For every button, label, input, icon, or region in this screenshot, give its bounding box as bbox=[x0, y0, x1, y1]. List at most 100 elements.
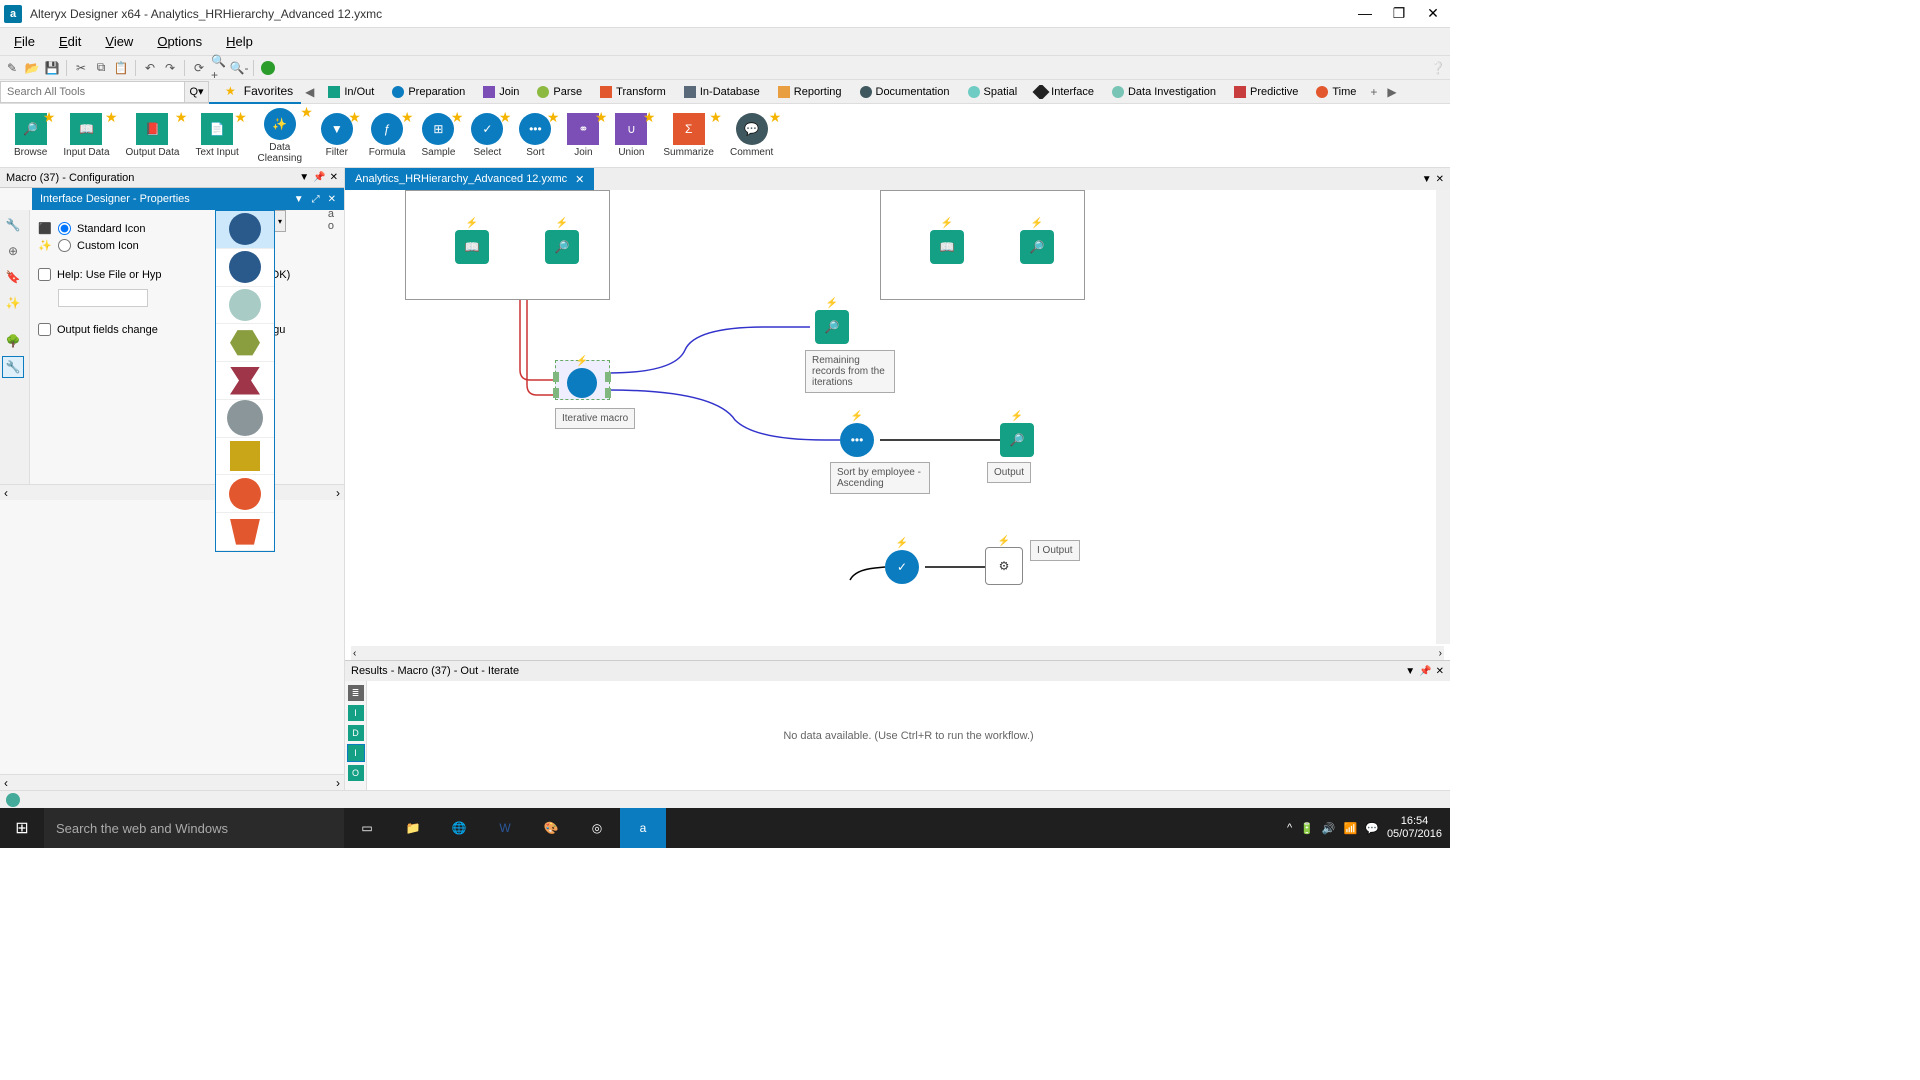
icon-option-gray[interactable] bbox=[216, 400, 274, 438]
scroll-left[interactable]: ‹ bbox=[4, 486, 8, 500]
help-icon[interactable]: ❔ bbox=[1430, 60, 1446, 76]
tool-textinput[interactable]: ★📄Text Input bbox=[195, 113, 238, 158]
designer-close-icon[interactable]: ✕ bbox=[328, 194, 336, 205]
icon-option-orange2[interactable] bbox=[216, 513, 274, 551]
node-browse-remaining[interactable]: 🔎⚡ bbox=[815, 310, 849, 344]
menu-edit[interactable]: Edit bbox=[59, 34, 81, 49]
tool-formula[interactable]: ★ƒFormula bbox=[369, 113, 406, 158]
node-browse-output[interactable]: 🔎⚡ bbox=[1000, 423, 1034, 457]
anchor-l2[interactable] bbox=[553, 388, 559, 398]
copy-icon[interactable]: ⧉ bbox=[93, 60, 109, 76]
menu-help[interactable]: Help bbox=[226, 34, 253, 49]
open-icon[interactable]: 📂 bbox=[24, 60, 40, 76]
zoomout-icon[interactable]: 🔍- bbox=[231, 60, 247, 76]
tool-summarize[interactable]: ★ΣSummarize bbox=[663, 113, 714, 158]
radio-standard-icon[interactable] bbox=[58, 222, 71, 235]
tray-wifi-icon[interactable]: 📶 bbox=[1344, 822, 1358, 835]
icon-option-yellow[interactable] bbox=[216, 438, 274, 476]
tab-time[interactable]: Time bbox=[1308, 86, 1364, 98]
tool-sample[interactable]: ★⊞Sample bbox=[421, 113, 455, 158]
tab-join[interactable]: Join bbox=[475, 86, 527, 98]
tool-comment[interactable]: ★💬Comment bbox=[730, 113, 773, 158]
minimize-button[interactable]: — bbox=[1352, 5, 1378, 22]
results-list-icon[interactable]: ≣ bbox=[348, 685, 364, 701]
check-help[interactable] bbox=[38, 268, 51, 281]
close-button[interactable]: ✕ bbox=[1420, 5, 1446, 22]
save-icon[interactable]: 💾 bbox=[44, 60, 60, 76]
redo-icon[interactable]: ↷ bbox=[162, 60, 178, 76]
icon-picker-dropdown[interactable] bbox=[215, 210, 275, 552]
tab-documentation[interactable]: Documentation bbox=[852, 86, 958, 98]
taskbar-chrome[interactable]: 🌐 bbox=[436, 808, 482, 848]
windows-start-button[interactable]: ⊞ bbox=[0, 808, 44, 848]
taskbar-search[interactable]: Search the web and Windows bbox=[44, 808, 344, 848]
icon-option-blue2[interactable] bbox=[216, 249, 274, 287]
taskbar-app1[interactable]: ◎ bbox=[574, 808, 620, 848]
anchor-r1[interactable] bbox=[605, 372, 611, 382]
side-icon-props[interactable]: 🔧 bbox=[2, 356, 24, 378]
tab-preparation[interactable]: Preparation bbox=[384, 86, 473, 98]
active-document-tab[interactable]: Analytics_HRHierarchy_Advanced 12.yxmc ✕ bbox=[345, 168, 594, 190]
search-input[interactable] bbox=[0, 81, 185, 103]
container-2[interactable] bbox=[880, 190, 1085, 300]
tabs-scroll-left[interactable]: ◀ bbox=[301, 85, 318, 99]
designer-dropdown-icon[interactable]: ▼ bbox=[294, 194, 304, 205]
icon-option-blue[interactable] bbox=[216, 211, 274, 249]
node-macro[interactable]: ⚡ bbox=[567, 368, 597, 398]
tabs-close[interactable]: ✕ bbox=[1436, 174, 1444, 185]
tabs-scroll-right[interactable]: ▶ bbox=[1383, 85, 1400, 99]
tab-reporting[interactable]: Reporting bbox=[770, 86, 850, 98]
icon-dropdown-toggle[interactable]: ▾ bbox=[274, 210, 286, 232]
scroll-right-2[interactable]: › bbox=[336, 776, 340, 790]
scroll-right[interactable]: › bbox=[336, 486, 340, 500]
tab-predictive[interactable]: Predictive bbox=[1226, 86, 1306, 98]
radio-custom-icon[interactable] bbox=[58, 239, 71, 252]
results-i-icon[interactable]: I bbox=[348, 705, 364, 721]
node-input-2[interactable]: 📖⚡ bbox=[930, 230, 964, 264]
zoomin-icon[interactable]: 🔍+ bbox=[211, 60, 227, 76]
taskbar-word[interactable]: W bbox=[482, 808, 528, 848]
node-output-white[interactable]: ⚙⚡ bbox=[985, 547, 1023, 585]
node-browse-2[interactable]: 🔎⚡ bbox=[1020, 230, 1054, 264]
side-icon-tree[interactable]: 🌳 bbox=[2, 330, 24, 352]
icon-option-olive[interactable] bbox=[216, 324, 274, 362]
side-icon-target[interactable]: ⊕ bbox=[2, 240, 24, 262]
tabs-add[interactable]: + bbox=[1366, 85, 1381, 99]
designer-expand-icon[interactable]: ⤢ bbox=[312, 194, 320, 205]
tab-parse[interactable]: Parse bbox=[529, 86, 590, 98]
tray-volume-icon[interactable]: 🔊 bbox=[1322, 822, 1336, 835]
icon-option-orange[interactable] bbox=[216, 475, 274, 513]
tab-inout[interactable]: In/Out bbox=[320, 86, 382, 98]
taskbar-paint[interactable]: 🎨 bbox=[528, 808, 574, 848]
check-output[interactable] bbox=[38, 323, 51, 336]
taskbar-clock[interactable]: 16:54 05/07/2016 bbox=[1387, 815, 1442, 841]
tab-spatial[interactable]: Spatial bbox=[960, 86, 1026, 98]
menu-view[interactable]: View bbox=[105, 34, 133, 49]
anchor-r2[interactable] bbox=[605, 388, 611, 398]
tool-datacleansing[interactable]: ★✨Data Cleansing bbox=[255, 108, 305, 164]
tab-favorites[interactable]: ★Favorites bbox=[209, 80, 301, 104]
new-icon[interactable]: ✎ bbox=[4, 60, 20, 76]
tool-filter[interactable]: ★▼Filter bbox=[321, 113, 353, 158]
menu-file[interactable]: File bbox=[14, 34, 35, 49]
side-icon-wrench[interactable]: 🔧 bbox=[2, 214, 24, 236]
node-sort[interactable]: •••⚡ bbox=[840, 423, 874, 457]
help-input[interactable] bbox=[58, 289, 148, 307]
results-o-icon[interactable]: O bbox=[348, 765, 364, 781]
icon-option-teal[interactable] bbox=[216, 287, 274, 325]
results-i2-icon[interactable]: I bbox=[348, 745, 364, 761]
node-browse-1[interactable]: 🔎⚡ bbox=[545, 230, 579, 264]
tabs-dropdown[interactable]: ▼ bbox=[1422, 174, 1432, 185]
tray-battery-icon[interactable]: 🔋 bbox=[1300, 822, 1314, 835]
tab-datainvestigation[interactable]: Data Investigation bbox=[1104, 86, 1224, 98]
tab-interface[interactable]: Interface bbox=[1027, 86, 1102, 98]
results-pin[interactable]: 📌 bbox=[1419, 666, 1431, 677]
tray-notifications-icon[interactable]: 💬 bbox=[1365, 822, 1379, 835]
side-icon-wand[interactable]: ✨ bbox=[2, 292, 24, 314]
refresh-icon[interactable]: ⟳ bbox=[191, 60, 207, 76]
node-input[interactable]: 📖⚡ bbox=[455, 230, 489, 264]
taskbar-taskview[interactable]: ▭ bbox=[344, 808, 390, 848]
results-dropdown[interactable]: ▼ bbox=[1405, 666, 1415, 677]
tab-indatabase[interactable]: In-Database bbox=[676, 86, 768, 98]
tool-union[interactable]: ★∪Union bbox=[615, 113, 647, 158]
